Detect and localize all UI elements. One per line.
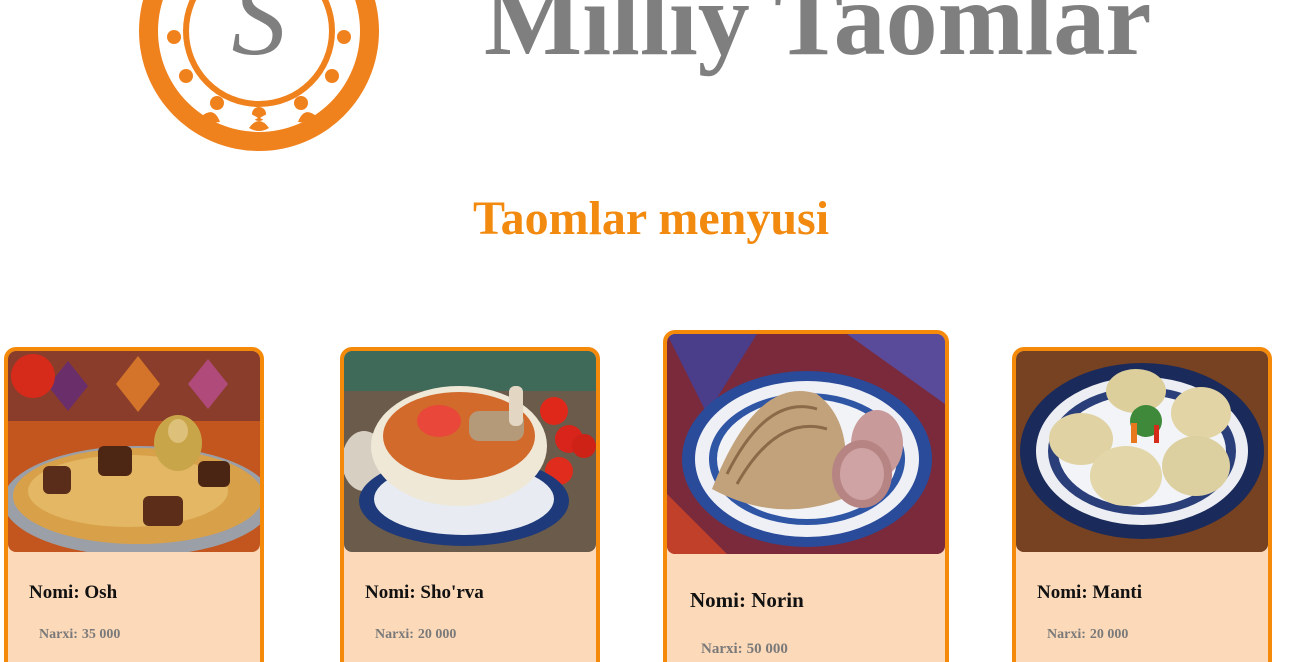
page: S Milliy Taomlar Taomlar menyusi Nomi: O… bbox=[0, 0, 1302, 662]
food-name: Nomi: Osh bbox=[29, 582, 118, 603]
manti-photo bbox=[1016, 351, 1268, 552]
site-title: Milliy Taomlar bbox=[484, 0, 1152, 77]
food-card-manti[interactable]: Nomi: Manti Narxi: 20 000 bbox=[1012, 347, 1272, 662]
food-card-norin[interactable]: Nomi: Norin Narxi: 50 000 bbox=[663, 330, 949, 662]
osh-photo bbox=[8, 351, 260, 552]
menu-heading: Taomlar menyusi bbox=[472, 192, 830, 245]
food-price: Narxi: 20 000 bbox=[375, 627, 457, 642]
norin-photo bbox=[667, 334, 945, 554]
food-card-shorva[interactable]: Nomi: Sho'rva Narxi: 20 000 bbox=[340, 347, 600, 662]
food-price: Narxi: 35 000 bbox=[39, 627, 121, 642]
shorva-photo bbox=[344, 351, 596, 552]
food-price: Narxi: 20 000 bbox=[1047, 627, 1129, 642]
logo-emblem: S bbox=[139, 0, 379, 151]
logo-letter: S bbox=[232, 0, 287, 78]
food-name: Nomi: Sho'rva bbox=[365, 582, 484, 603]
food-name: Nomi: Manti bbox=[1037, 582, 1143, 603]
food-name: Nomi: Norin bbox=[690, 588, 804, 612]
food-price: Narxi: 50 000 bbox=[701, 641, 788, 657]
food-card-osh[interactable]: Nomi: Osh Narxi: 35 000 bbox=[4, 347, 264, 662]
